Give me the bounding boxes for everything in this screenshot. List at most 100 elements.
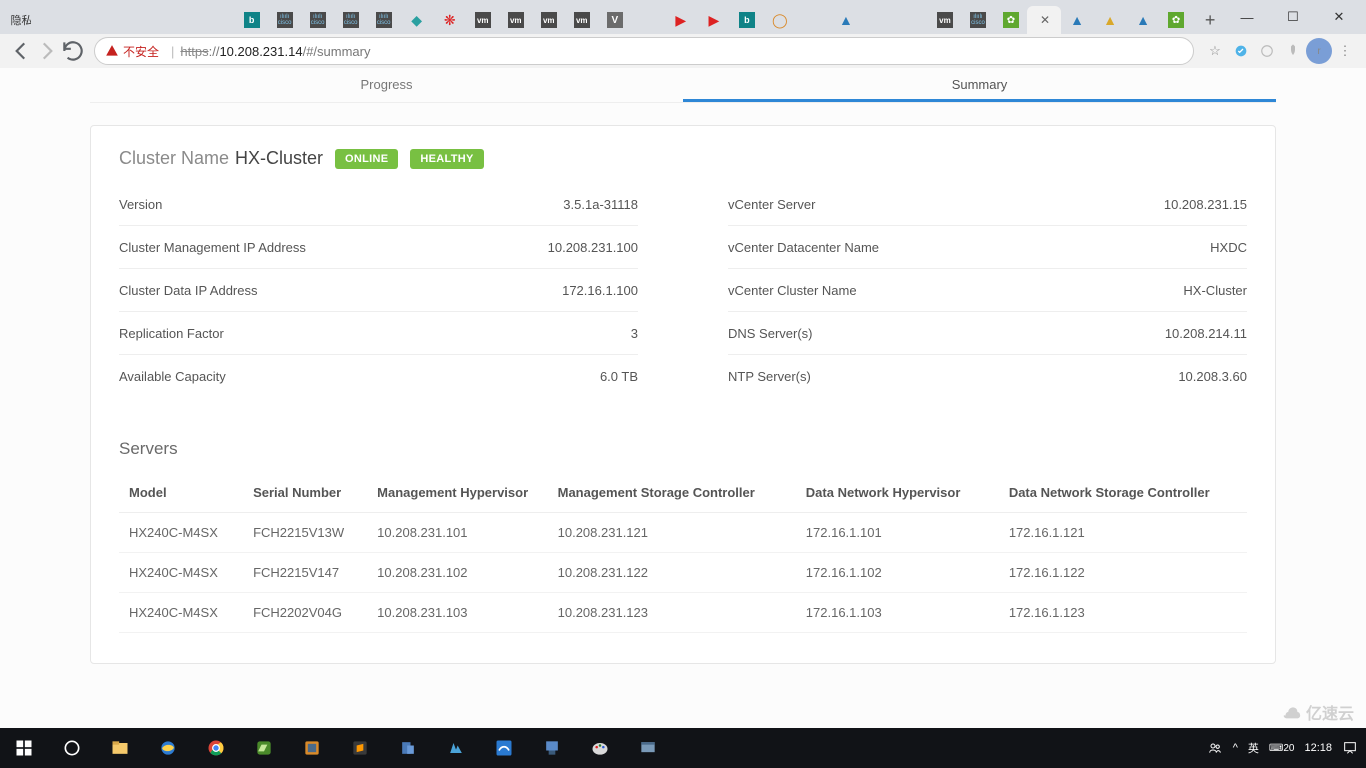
detail-value: 10.208.231.15 (1164, 197, 1247, 212)
window-maximize-button[interactable]: ☐ (1270, 0, 1316, 34)
browser-tab[interactable]: ▭✕ (1027, 6, 1060, 34)
browser-tab[interactable]: ▭ (37, 6, 70, 34)
taskbar-wireshark-icon[interactable] (480, 728, 528, 768)
browser-tab[interactable]: ▶ (664, 6, 697, 34)
servers-heading: Servers (119, 439, 1247, 459)
browser-tab[interactable]: vm (532, 6, 565, 34)
browser-tab[interactable]: ▭ (796, 6, 829, 34)
browser-tab[interactable]: b (235, 6, 268, 34)
browser-tab[interactable]: ▭ (136, 6, 169, 34)
table-header: Model (119, 473, 243, 513)
browser-tab[interactable]: vm (499, 6, 532, 34)
detail-label: NTP Server(s) (728, 369, 811, 384)
nav-forward-button[interactable] (34, 38, 60, 64)
bookmark-star-icon[interactable]: ☆ (1202, 38, 1228, 64)
taskbar-clock[interactable]: 12:18 (1304, 742, 1332, 754)
browser-tab[interactable]: ılıılıcisco (961, 6, 994, 34)
window-close-button[interactable]: ✕ (1316, 0, 1362, 34)
browser-tab[interactable]: 隐私 (4, 6, 37, 34)
table-cell: FCH2202V04G (243, 593, 367, 633)
profile-button[interactable]: r (1306, 38, 1332, 64)
nav-refresh-button[interactable] (60, 38, 86, 64)
browser-menu-button[interactable]: ⋮ (1332, 38, 1358, 64)
table-cell: 10.208.231.103 (367, 593, 547, 633)
table-cell: 10.208.231.122 (548, 553, 796, 593)
extension-icon[interactable] (1254, 38, 1280, 64)
tray-chevron-icon[interactable]: ^ (1233, 742, 1238, 754)
browser-tab[interactable]: ◆ (400, 6, 433, 34)
taskbar-sublime-icon[interactable] (336, 728, 384, 768)
detail-row: vCenter Cluster NameHX-Cluster (728, 269, 1247, 312)
taskbar-ie-icon[interactable] (144, 728, 192, 768)
taskbar-chrome-icon[interactable] (192, 728, 240, 768)
table-cell: HX240C-M4SX (119, 513, 243, 553)
browser-tab[interactable]: vm (466, 6, 499, 34)
browser-tab[interactable]: ▭ (895, 6, 928, 34)
browser-tab[interactable]: ▭ (70, 6, 103, 34)
window-minimize-button[interactable]: — (1224, 0, 1270, 34)
ime-mode[interactable]: ⌨20 (1269, 744, 1295, 753)
taskbar-vsphere-icon[interactable] (240, 728, 288, 768)
browser-tab[interactable]: ▲ (1061, 6, 1094, 34)
table-cell: 172.16.1.102 (796, 553, 999, 593)
taskbar-app-icon[interactable] (528, 728, 576, 768)
browser-tab[interactable]: b (730, 6, 763, 34)
browser-tab[interactable]: ılıılıcisco (301, 6, 334, 34)
browser-tab[interactable]: ▶ (697, 6, 730, 34)
browser-tab[interactable]: ▭ (862, 6, 895, 34)
extension-icon[interactable] (1228, 38, 1254, 64)
taskbar-app-icon[interactable] (624, 728, 672, 768)
browser-tab[interactable]: ılıılıcisco (367, 6, 400, 34)
taskbar-vm-icon[interactable] (288, 728, 336, 768)
browser-tab[interactable]: ◯ (763, 6, 796, 34)
browser-tab[interactable]: ▲ (1127, 6, 1160, 34)
taskbar-app-icon[interactable] (384, 728, 432, 768)
new-tab-button[interactable]: + (1197, 6, 1224, 34)
detail-row: Cluster Management IP Address10.208.231.… (119, 226, 638, 269)
detail-value: 172.16.1.100 (562, 283, 638, 298)
nav-back-button[interactable] (8, 38, 34, 64)
cluster-name-value: HX-Cluster (235, 148, 323, 169)
browser-tab[interactable]: ▭ (202, 6, 235, 34)
browser-tab[interactable]: ▲ (1094, 6, 1127, 34)
detail-label: Replication Factor (119, 326, 224, 341)
page-tabs: Progress Summary (90, 68, 1276, 103)
table-header: Serial Number (243, 473, 367, 513)
browser-tab[interactable]: ✿ (994, 6, 1027, 34)
browser-tab[interactable]: ılıılıcisco (334, 6, 367, 34)
browser-tab[interactable]: ✿ (1160, 6, 1193, 34)
browser-tab[interactable]: ❋ (433, 6, 466, 34)
people-icon[interactable] (1207, 740, 1223, 756)
extension-icon[interactable] (1280, 38, 1306, 64)
browser-tab[interactable]: ılıılıcisco (268, 6, 301, 34)
notifications-icon[interactable] (1342, 740, 1358, 756)
browser-tab[interactable]: ▭ (103, 6, 136, 34)
table-header: Management Hypervisor (367, 473, 547, 513)
table-cell: HX240C-M4SX (119, 593, 243, 633)
browser-tab[interactable]: vm (928, 6, 961, 34)
detail-label: Version (119, 197, 162, 212)
browser-tab[interactable]: ▲ (829, 6, 862, 34)
servers-table: ModelSerial NumberManagement HypervisorM… (119, 473, 1247, 633)
table-header-row: ModelSerial NumberManagement HypervisorM… (119, 473, 1247, 513)
taskbar-file-explorer-icon[interactable] (96, 728, 144, 768)
tab-progress[interactable]: Progress (90, 68, 683, 102)
url-input[interactable]: 不安全 | https://10.208.231.14/#/summary (94, 37, 1194, 65)
browser-tab[interactable]: vm (565, 6, 598, 34)
tab-summary[interactable]: Summary (683, 68, 1276, 102)
detail-row: Cluster Data IP Address172.16.1.100 (119, 269, 638, 312)
table-cell: FCH2215V13W (243, 513, 367, 553)
table-cell: 10.208.231.123 (548, 593, 796, 633)
table-header: Management Storage Controller (548, 473, 796, 513)
detail-label: DNS Server(s) (728, 326, 813, 341)
cluster-name-label: Cluster Name (119, 148, 229, 169)
browser-tab[interactable]: ▭ (631, 6, 664, 34)
taskbar-paint-icon[interactable] (576, 728, 624, 768)
taskbar-app-icon[interactable] (432, 728, 480, 768)
ime-lang[interactable]: 英 (1248, 740, 1259, 756)
cortana-button[interactable] (48, 728, 96, 768)
browser-tab[interactable]: ▭ (169, 6, 202, 34)
start-button[interactable] (0, 728, 48, 768)
browser-tab[interactable]: V (598, 6, 631, 34)
close-icon[interactable]: ✕ (1040, 13, 1050, 27)
